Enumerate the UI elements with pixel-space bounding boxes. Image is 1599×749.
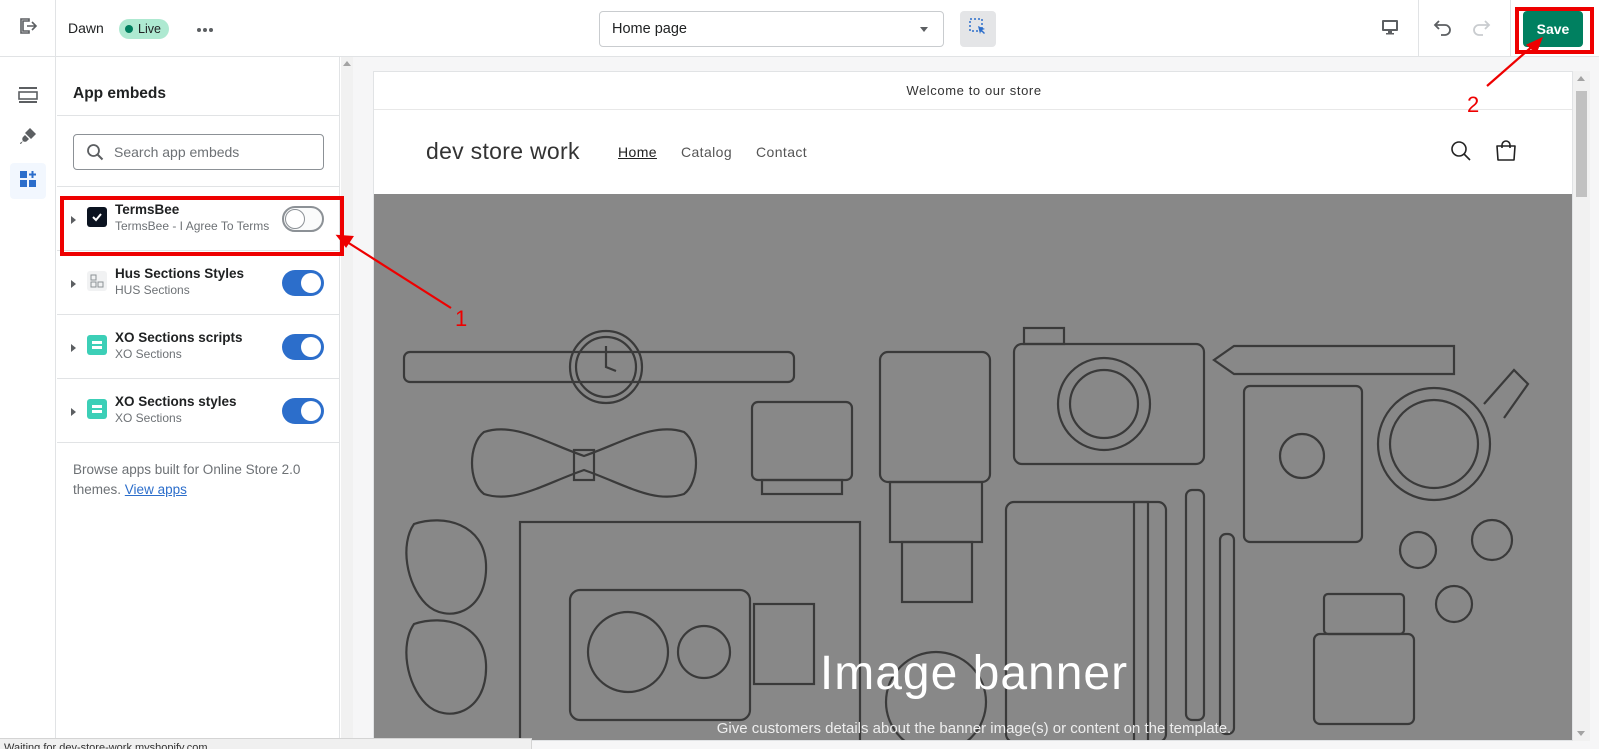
paintbrush-icon: [18, 126, 38, 151]
app-embeds-panel: App embeds TermsBee TermsBee - I Agree T…: [57, 57, 340, 749]
scroll-up-arrow-icon[interactable]: [1577, 76, 1585, 81]
banner-subtext: Give customers details about the banner …: [716, 720, 1232, 737]
preview-scrollbar[interactable]: [1573, 71, 1590, 741]
expand-arrow-icon[interactable]: [69, 276, 77, 294]
app-embed-source: HUS Sections: [115, 283, 190, 297]
live-badge-label: Live: [138, 22, 161, 36]
nav-link-contact[interactable]: Contact: [756, 144, 807, 160]
nav-link-catalog[interactable]: Catalog: [681, 144, 732, 160]
app-embed-source: XO Sections: [115, 347, 182, 361]
app-embed-hus-sections-styles: Hus Sections Styles HUS Sections: [57, 251, 340, 315]
browser-status-bar: Waiting for dev-store-work.myshopify.com…: [0, 738, 532, 749]
app-embed-source: XO Sections: [115, 411, 182, 425]
more-actions-button[interactable]: [190, 14, 220, 44]
live-dot-icon: [125, 25, 133, 33]
divider: [57, 115, 340, 116]
scroll-up-arrow-icon[interactable]: [343, 61, 351, 66]
announcement-bar: Welcome to our store: [374, 72, 1572, 110]
inspector-select-icon: [968, 17, 988, 42]
app-embed-name: XO Sections styles: [115, 394, 237, 409]
annotation-label-2: 2: [1467, 92, 1480, 117]
store-name[interactable]: dev store work: [426, 138, 580, 165]
storefront-preview-frame: Welcome to our store dev store work Home…: [373, 71, 1573, 741]
toolbar-divider: [1510, 0, 1511, 57]
theme-name: Dawn: [68, 20, 104, 36]
expand-arrow-icon[interactable]: [69, 340, 77, 358]
image-banner-section[interactable]: Image banner Give customers details abou…: [374, 194, 1572, 740]
rail-app-embeds-button[interactable]: [10, 163, 46, 199]
app-embed-name: Hus Sections Styles: [115, 266, 245, 281]
more-horizontal-icon: [196, 20, 214, 38]
page-select-value: Home page: [612, 21, 687, 37]
hus-sections-app-icon: [87, 271, 107, 291]
caret-down-icon: [917, 21, 931, 41]
nav-link-home[interactable]: Home: [618, 144, 657, 160]
desktop-icon: [1380, 17, 1400, 42]
view-apps-link[interactable]: View apps: [125, 482, 187, 497]
banner-heading: Image banner: [819, 647, 1129, 700]
device-preview-button[interactable]: [1375, 14, 1405, 44]
app-embed-toggle[interactable]: [282, 270, 324, 296]
store-search-icon[interactable]: [1450, 140, 1472, 167]
live-status-badge: Live: [119, 19, 169, 39]
annotation-label-1: 1: [455, 306, 468, 331]
app-embed-toggle[interactable]: [282, 334, 324, 360]
store-header: dev store work Home Catalog Contact: [374, 110, 1572, 194]
toggle-knob: [301, 273, 321, 293]
rail-sections-button[interactable]: [10, 79, 46, 115]
rail-theme-settings-button[interactable]: [10, 120, 46, 156]
sidebar-scrollbar[interactable]: [341, 57, 353, 749]
xo-sections-app-icon: [87, 399, 107, 419]
toggle-knob: [301, 401, 321, 421]
inspector-toggle-button[interactable]: [960, 11, 996, 47]
undo-button[interactable]: [1428, 14, 1458, 44]
toggle-knob: [301, 337, 321, 357]
scroll-thumb[interactable]: [1576, 91, 1587, 197]
app-embed-name: XO Sections scripts: [115, 330, 243, 345]
sections-icon: [18, 85, 38, 110]
redo-button[interactable]: [1466, 14, 1496, 44]
cart-icon[interactable]: [1494, 139, 1518, 168]
expand-arrow-icon[interactable]: [69, 404, 77, 422]
panel-title: App embeds: [73, 85, 167, 102]
toolbar-divider: [1418, 0, 1419, 57]
scroll-down-arrow-icon[interactable]: [1577, 731, 1585, 736]
app-embed-xo-sections-styles: XO Sections styles XO Sections: [57, 379, 340, 443]
app-embed-xo-sections-scripts: XO Sections scripts XO Sections: [57, 315, 340, 379]
undo-icon: [1432, 16, 1454, 43]
xo-sections-app-icon: [87, 335, 107, 355]
browse-apps-note: Browse apps built for Online Store 2.0 t…: [73, 460, 323, 500]
exit-icon: [18, 16, 38, 41]
annotation-box-termsbee: [60, 196, 344, 256]
store-nav: Home Catalog Contact: [618, 144, 807, 160]
search-app-embeds-field[interactable]: [73, 134, 324, 170]
search-input[interactable]: [114, 144, 314, 160]
app-embed-toggle[interactable]: [282, 398, 324, 424]
annotation-box-save: [1515, 7, 1594, 54]
search-icon: [86, 142, 106, 162]
page-template-select[interactable]: Home page: [599, 11, 944, 47]
app-embeds-icon: [18, 169, 38, 194]
exit-button[interactable]: [0, 0, 56, 57]
top-bar: Dawn Live Home page Save: [0, 0, 1599, 57]
redo-icon: [1470, 16, 1492, 43]
left-icon-rail: [0, 57, 56, 749]
